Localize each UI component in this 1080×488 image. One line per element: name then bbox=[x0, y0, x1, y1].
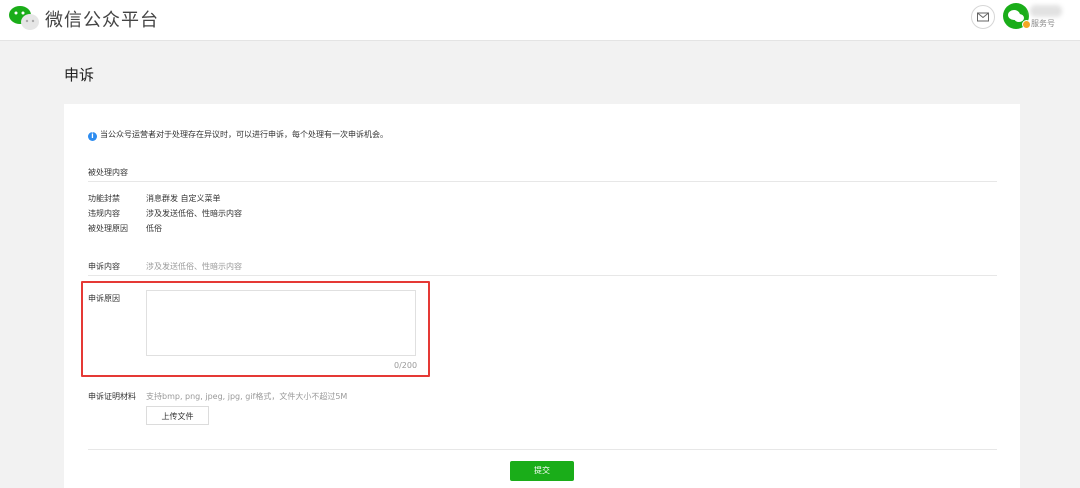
message-button[interactable] bbox=[971, 5, 995, 29]
upload-file-button[interactable]: 上传文件 bbox=[146, 406, 209, 425]
character-counter: 0/200 bbox=[394, 361, 418, 370]
appeal-reason-label: 申诉原因 bbox=[88, 294, 120, 303]
account-type-label: 服务号 bbox=[1031, 19, 1055, 28]
page-title: 申诉 bbox=[64, 66, 95, 84]
mail-icon bbox=[977, 12, 989, 22]
notice-text: 当公众号运营者对于处理存在异议时，可以进行申诉，每个处理有一次申诉机会。 bbox=[100, 130, 388, 139]
row-label-reason: 被处理原因 bbox=[88, 224, 128, 233]
appeal-proof-hint: 支持bmp, png, jpeg, jpg, gif格式，文件大小不超过5M bbox=[146, 392, 348, 401]
divider bbox=[88, 181, 997, 182]
top-bar: 微信公众平台 服务号 bbox=[0, 0, 1080, 41]
row-label-violation: 违规内容 bbox=[88, 209, 120, 218]
account-status-badge bbox=[1022, 20, 1031, 29]
submit-button[interactable]: 提交 bbox=[510, 461, 574, 481]
appeal-proof-label: 申诉证明材料 bbox=[88, 392, 136, 401]
row-value-violation: 涉及发送低俗、性暗示内容 bbox=[146, 209, 242, 218]
row-value-reason: 低俗 bbox=[146, 224, 162, 233]
platform-title[interactable]: 微信公众平台 bbox=[45, 6, 159, 32]
row-label-function-ban: 功能封禁 bbox=[88, 194, 120, 203]
appeal-content-value: 涉及发送低俗、性暗示内容 bbox=[146, 262, 242, 271]
divider bbox=[88, 449, 997, 450]
processed-section-title: 被处理内容 bbox=[88, 168, 128, 177]
appeal-panel: i 当公众号运营者对于处理存在异议时，可以进行申诉，每个处理有一次申诉机会。 被处… bbox=[64, 104, 1020, 488]
wechat-logo-icon[interactable] bbox=[8, 5, 40, 31]
info-icon: i bbox=[88, 132, 97, 141]
appeal-content-label: 申诉内容 bbox=[88, 262, 120, 271]
row-value-function-ban: 消息群发 自定义菜单 bbox=[146, 194, 221, 203]
notice-message: i 当公众号运营者对于处理存在异议时，可以进行申诉，每个处理有一次申诉机会。 bbox=[88, 129, 388, 141]
appeal-reason-textarea[interactable] bbox=[146, 290, 416, 356]
account-name-redacted bbox=[1030, 5, 1062, 17]
divider bbox=[88, 275, 997, 276]
